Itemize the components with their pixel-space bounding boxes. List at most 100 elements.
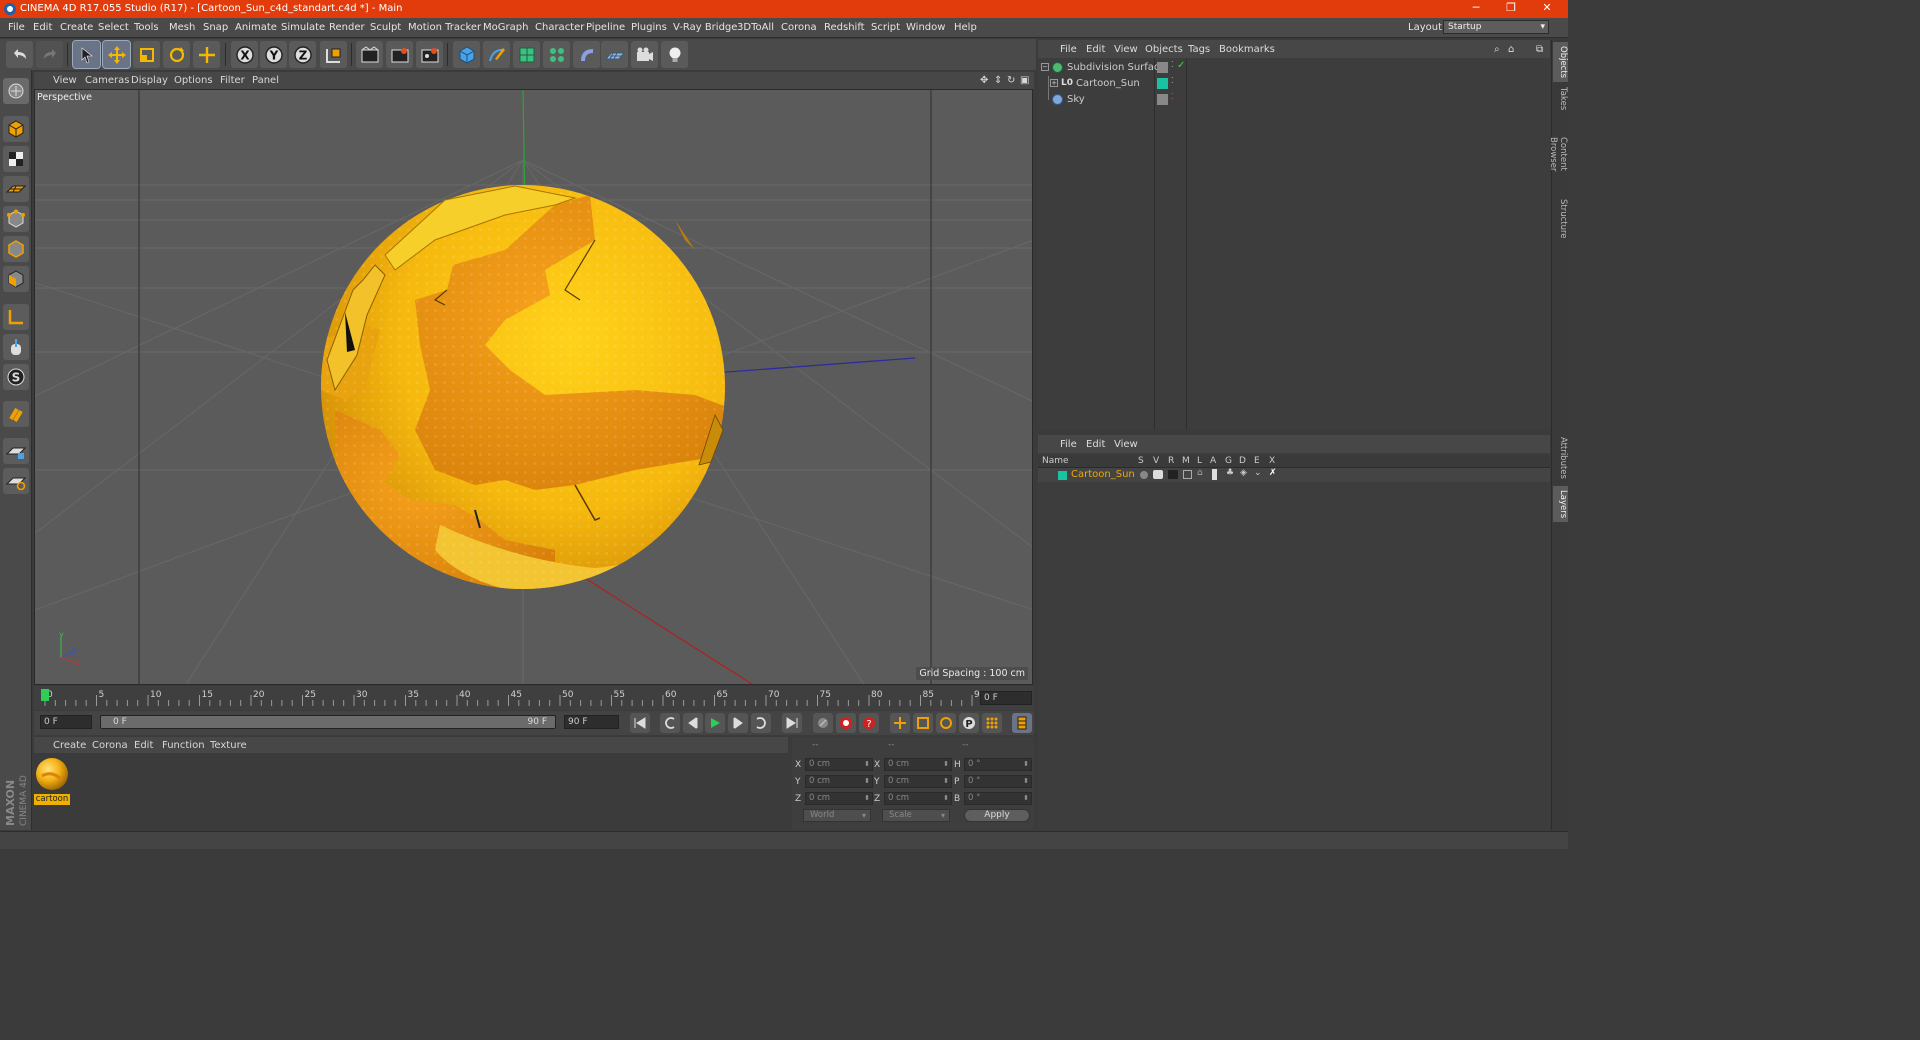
undo-icon[interactable] [6,41,33,68]
layer-col-name[interactable]: Name [1042,456,1069,466]
make-editable-icon[interactable] [3,78,29,104]
om-menu-bookmarks[interactable]: Bookmarks [1219,44,1275,55]
position-x-field[interactable]: 0 cm [805,758,873,771]
keyframe-selection-icon[interactable]: ? [859,713,879,733]
tab-attributes[interactable]: Attributes [1553,434,1568,482]
om-menu-tags[interactable]: Tags [1188,44,1210,55]
model-mode-icon[interactable] [3,116,29,142]
menu-render[interactable]: Render [329,22,365,33]
menu-file[interactable]: File [8,22,25,33]
cloner-icon[interactable] [543,41,570,68]
coordinate-mode-dropdown[interactable]: World [803,809,871,822]
menu-simulate[interactable]: Simulate [281,22,325,33]
collapse-toggle-icon[interactable]: − [1041,63,1049,71]
layer-name[interactable]: Cartoon_Sun [1071,469,1135,480]
layer-col-solo[interactable]: S [1138,456,1144,466]
expand-toggle-icon[interactable]: + [1050,79,1058,87]
texture-mode-icon[interactable] [3,146,29,172]
viewport-rotate-icon[interactable]: ↻ [1007,75,1015,86]
timeline-ruler[interactable]: 051015202530354045505560657075808590 0 F [34,686,1034,710]
current-frame-field[interactable]: 0 F [980,691,1032,705]
floor-icon[interactable] [601,41,628,68]
size-mode-dropdown[interactable]: Scale [882,809,950,822]
previous-frame-icon[interactable] [683,713,703,733]
polygons-mode-icon[interactable] [3,266,29,292]
material-menu-corona[interactable]: Corona [92,740,128,751]
material-menu-edit[interactable]: Edit [134,740,153,751]
start-frame-field[interactable]: 0 F [40,715,92,729]
layer-col-generators[interactable]: G [1225,456,1232,466]
menu-plugins[interactable]: Plugins [631,22,667,33]
autokeying-icon[interactable] [836,713,856,733]
size-y-field[interactable]: 0 cm [884,775,952,788]
viewport-menu-display[interactable]: Display [131,75,168,86]
menu-tools[interactable]: Tools [134,22,159,33]
object-row-cartoon-sun[interactable]: + L0 Cartoon_Sun ⁚ [1038,76,1550,92]
next-frame-icon[interactable] [728,713,748,733]
layer-generators-icon[interactable]: ♣ [1226,468,1234,478]
visibility-dots-icon[interactable]: ⁚ [1171,76,1174,85]
om-search-icon[interactable]: ⌕ [1494,44,1500,55]
layer-col-deformers[interactable]: D [1239,456,1246,466]
menu-3dtoall[interactable]: 3DToAll [737,22,774,33]
x-axis-icon[interactable]: X [231,41,258,68]
layout-dropdown[interactable]: Startup [1443,20,1549,34]
key-position-icon[interactable] [890,713,910,733]
layer-animation-icon[interactable] [1212,469,1217,480]
pen-spline-icon[interactable] [483,41,510,68]
menu-character[interactable]: Character [535,22,584,33]
viewport-navigate-icon[interactable]: ✥ [980,75,988,86]
cube-object-icon[interactable] [453,41,480,68]
rotation-p-field[interactable]: 0 ° [964,775,1032,788]
material-name-label[interactable]: cartoon [34,794,70,805]
object-name[interactable]: Cartoon_Sun [1076,78,1140,89]
menu-create[interactable]: Create [60,22,93,33]
om-menu-file[interactable]: File [1060,44,1077,55]
layer-row-cartoon-sun[interactable]: Cartoon_Sun ⌂ ♣ ◈ ⌄ ✗ [1038,468,1550,482]
workplane-mode-icon[interactable] [3,176,29,202]
menu-mesh[interactable]: Mesh [169,22,195,33]
layer-col-manager[interactable]: M [1182,456,1190,466]
viewport-menu-view[interactable]: View [53,75,77,86]
menu-corona[interactable]: Corona [781,22,817,33]
position-z-field[interactable]: 0 cm [805,792,873,805]
playhead-marker[interactable] [41,689,49,701]
render-view-icon[interactable] [356,41,383,68]
next-key-icon[interactable] [751,713,771,733]
viewport-camera-label[interactable]: Perspective [37,92,92,103]
key-parameter-icon[interactable]: P [959,713,979,733]
menu-script[interactable]: Script [871,22,900,33]
layer-tag-icon[interactable] [1157,62,1168,73]
position-y-field[interactable]: 0 cm [805,775,873,788]
tab-takes[interactable]: Takes [1553,84,1568,114]
layer-col-view[interactable]: V [1153,456,1159,466]
magnet-icon[interactable] [3,401,29,427]
menu-snap[interactable]: Snap [203,22,228,33]
object-name[interactable]: Subdivision Surface [1067,62,1166,73]
layer-col-locked[interactable]: L [1197,456,1202,466]
object-row-sky[interactable]: Sky ⁚ [1038,92,1550,108]
tab-structure[interactable]: Structure [1553,196,1568,242]
object-name[interactable]: Sky [1067,94,1085,105]
viewport-menu-options[interactable]: Options [174,75,213,86]
lm-menu-edit[interactable]: Edit [1086,439,1105,450]
material-menu-texture[interactable]: Texture [210,740,247,751]
end-frame-field[interactable]: 90 F [564,715,619,729]
menu-help[interactable]: Help [954,22,977,33]
layer-solo-icon[interactable] [1140,471,1148,479]
layer-color-swatch[interactable] [1058,471,1067,480]
key-rotation-icon[interactable] [936,713,956,733]
menu-motion-tracker[interactable]: Motion Tracker [408,22,481,33]
layer-manager-icon[interactable] [1183,470,1192,479]
menu-edit[interactable]: Edit [33,22,52,33]
key-scale-icon[interactable] [913,713,933,733]
cartoon-sun-object[interactable] [315,180,755,600]
viewport-maximize-icon[interactable]: ▣ [1020,75,1029,86]
axis-mode-icon[interactable] [3,304,29,330]
preview-range-slider[interactable]: 0 F 90 F [100,715,556,729]
go-to-start-icon[interactable] [630,713,650,733]
snap-icon[interactable]: S [3,364,29,390]
om-menu-edit[interactable]: Edit [1086,44,1105,55]
om-menu-view[interactable]: View [1114,44,1138,55]
menu-window[interactable]: Window [906,22,945,33]
